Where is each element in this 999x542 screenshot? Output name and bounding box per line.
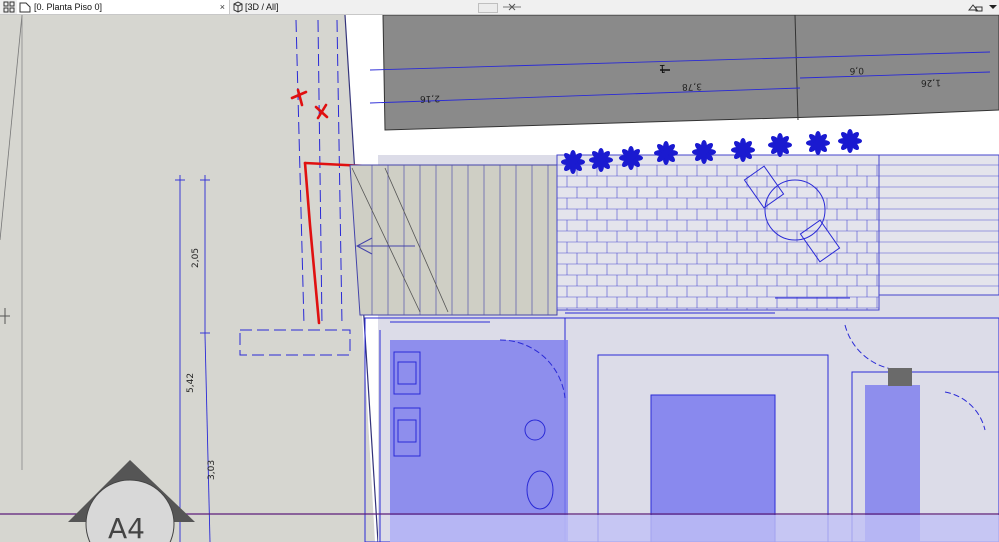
section-marker-label: A4 bbox=[108, 512, 145, 542]
plant-icon bbox=[692, 140, 716, 164]
plant-icon bbox=[619, 146, 643, 170]
dim-roof-a: 2,16 bbox=[419, 93, 440, 104]
3d-box-tab-icon bbox=[233, 1, 243, 13]
dim-roof-d: 1,26 bbox=[920, 77, 941, 88]
plant-icon bbox=[589, 148, 613, 172]
dim-roof-b: 3,78 bbox=[681, 81, 702, 92]
floor-plan-canvas[interactable]: 2,16 3,78 0,6 1,26 1 2,05 5,42 3,03 A4 bbox=[0, 15, 999, 542]
plant-icon bbox=[731, 138, 755, 162]
roof-label: 1 bbox=[659, 62, 666, 75]
dim-vert-a: 2,05 bbox=[191, 248, 201, 268]
grid-view-icon[interactable] bbox=[3, 1, 15, 13]
roof-block bbox=[369, 15, 999, 131]
dim-roof-c: 0,6 bbox=[849, 65, 864, 76]
plant-icon bbox=[838, 129, 862, 153]
view-tab-bar: [0. Planta Piso 0] × [3D / All] bbox=[0, 0, 999, 15]
plant-icon bbox=[768, 133, 792, 157]
close-tab-icon[interactable]: × bbox=[220, 0, 225, 14]
dim-vert-b: 5,42 bbox=[186, 373, 196, 393]
plant-icon bbox=[806, 131, 830, 155]
plant-icon bbox=[654, 141, 678, 165]
plant-icon bbox=[561, 150, 585, 174]
dropdown-arrow-icon[interactable] bbox=[988, 1, 998, 13]
tab-planta-piso-0[interactable]: [0. Planta Piso 0] × bbox=[17, 0, 230, 14]
tab-label: [3D / All] bbox=[245, 2, 279, 12]
wood-deck bbox=[556, 154, 999, 311]
tab-overflow-indicator bbox=[478, 3, 498, 13]
navigator-icon[interactable] bbox=[968, 1, 984, 13]
tab-3d-all[interactable]: [3D / All] bbox=[231, 0, 321, 14]
floorplan-tab-icon bbox=[19, 2, 31, 13]
dim-vert-c: 3,03 bbox=[207, 460, 217, 480]
stair-block bbox=[349, 164, 558, 316]
tab-label: [0. Planta Piso 0] bbox=[34, 2, 103, 12]
tab-split-handle-icon[interactable] bbox=[503, 3, 521, 11]
